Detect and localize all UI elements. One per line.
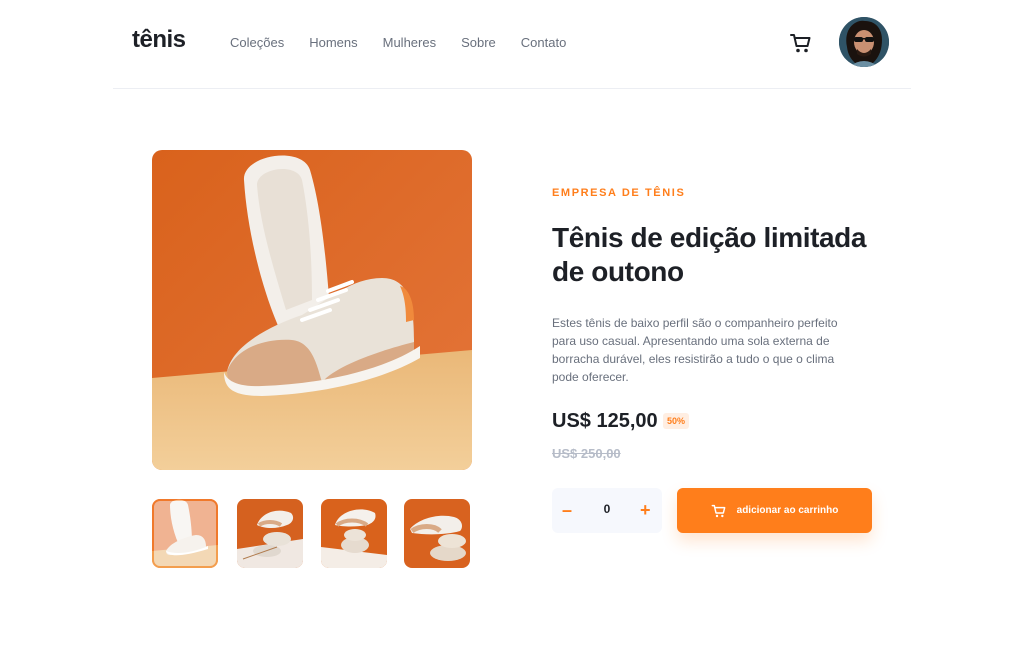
quantity-stepper: – 0 +: [552, 488, 662, 533]
thumbnail-3[interactable]: [321, 499, 387, 568]
nav-item-contato[interactable]: Contato: [521, 35, 567, 50]
nav-item-colecoes[interactable]: Coleções: [230, 35, 284, 50]
thumbnail-4[interactable]: [404, 499, 470, 568]
discount-badge: 50%: [663, 413, 690, 429]
site-header: tênis Coleções Homens Mulheres Sobre Con…: [113, 0, 911, 89]
plus-button[interactable]: +: [640, 500, 651, 521]
product-description: Estes tênis de baixo perfil são o compan…: [552, 316, 838, 384]
cart-icon: [711, 504, 726, 517]
current-price: US$ 125,00: [552, 410, 658, 432]
thumbnail-2[interactable]: [237, 499, 303, 568]
logo[interactable]: tênis: [132, 26, 186, 54]
company-label: EMPRESA DE TÊNIS: [552, 187, 686, 199]
nav-item-sobre[interactable]: Sobre: [461, 35, 496, 50]
thumbnail-1[interactable]: [152, 499, 218, 568]
main-nav: Coleções Homens Mulheres Sobre Contato: [230, 35, 566, 50]
nav-item-homens[interactable]: Homens: [309, 35, 357, 50]
product-title: Tênis de edição limitada de outono: [552, 222, 867, 287]
avatar[interactable]: [839, 17, 889, 67]
cart-icon[interactable]: [789, 31, 813, 55]
product-main-image[interactable]: [152, 150, 472, 470]
add-to-cart-label: adicionar ao carrinho: [736, 505, 839, 516]
nav-item-mulheres[interactable]: Mulheres: [383, 35, 436, 50]
add-to-cart-button[interactable]: adicionar ao carrinho: [677, 488, 872, 533]
original-price: US$ 250,00: [552, 446, 621, 461]
